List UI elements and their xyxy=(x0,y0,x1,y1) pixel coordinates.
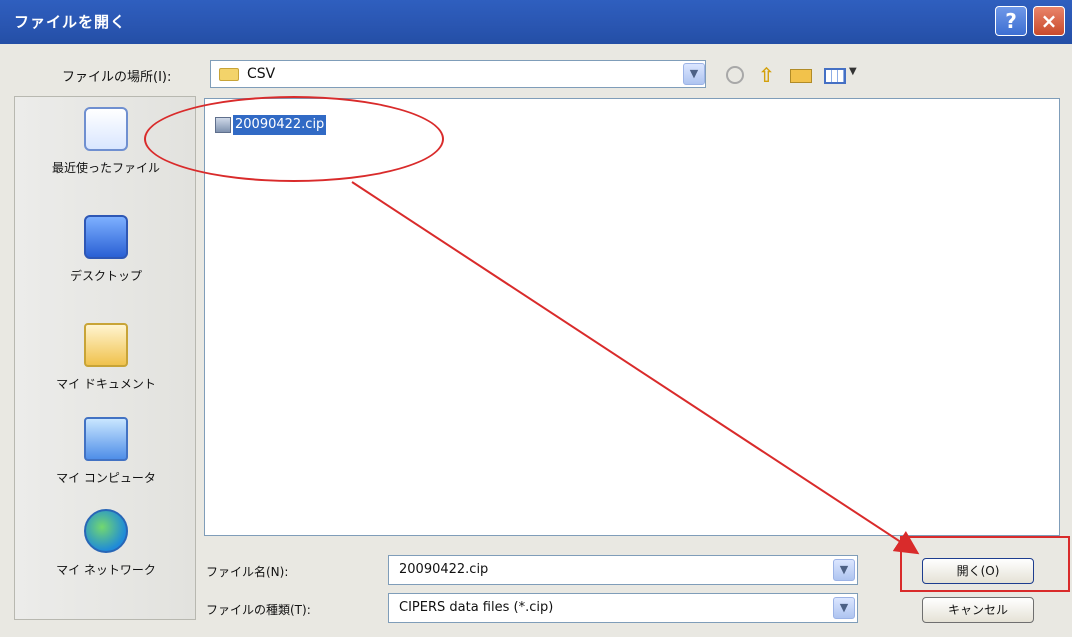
my-network-icon xyxy=(84,509,128,553)
folder-icon xyxy=(219,68,239,81)
window-title: ファイルを開く xyxy=(14,13,127,31)
filename-value: 20090422.cip xyxy=(399,562,489,577)
filename-input[interactable]: 20090422.cip ▼ xyxy=(388,555,858,585)
close-button[interactable]: × xyxy=(1033,6,1065,36)
filetype-dropdown[interactable]: CIPERS data files (*.cip) ▼ xyxy=(388,593,858,623)
place-label: デスクトップ xyxy=(69,269,142,283)
place-my-network[interactable]: マイ ネットワーク xyxy=(15,509,197,578)
look-in-value: CSV xyxy=(247,66,276,82)
filetype-label: ファイルの種類(T): xyxy=(206,603,311,617)
chevron-down-icon[interactable]: ▼ xyxy=(833,597,855,619)
cancel-button[interactable]: キャンセル xyxy=(922,597,1034,623)
filename-label: ファイル名(N): xyxy=(206,565,289,579)
place-my-documents[interactable]: マイ ドキュメント xyxy=(15,323,197,392)
look-in-label: ファイルの場所(I): xyxy=(62,70,172,85)
desktop-icon xyxy=(84,215,128,259)
up-folder-icon[interactable]: ⇧ xyxy=(758,65,776,85)
highlight-ellipse xyxy=(144,96,444,182)
chevron-down-icon[interactable]: ▼ xyxy=(683,63,705,85)
help-button[interactable]: ? xyxy=(995,6,1027,36)
recent-documents-icon xyxy=(84,107,128,151)
place-label: マイ コンピュータ xyxy=(56,471,156,485)
place-desktop[interactable]: デスクトップ xyxy=(15,215,197,284)
place-label: マイ ドキュメント xyxy=(56,377,156,391)
my-documents-icon xyxy=(84,323,128,367)
filetype-value: CIPERS data files (*.cip) xyxy=(399,600,554,615)
places-bar: 最近使ったファイル デスクトップ マイ ドキュメント マイ コンピュータ マイ … xyxy=(14,96,196,620)
views-icon[interactable] xyxy=(824,68,846,84)
new-folder-icon[interactable] xyxy=(790,69,812,83)
place-my-computer[interactable]: マイ コンピュータ xyxy=(15,417,197,486)
chevron-down-icon[interactable]: ▼ xyxy=(833,559,855,581)
place-label: マイ ネットワーク xyxy=(56,563,156,577)
my-computer-icon xyxy=(84,417,128,461)
title-bar: ファイルを開く ? × xyxy=(0,0,1072,44)
look-in-dropdown[interactable]: CSV ▼ xyxy=(210,60,706,88)
open-button-highlight xyxy=(900,536,1070,592)
views-dropdown-icon[interactable]: ▼ xyxy=(849,66,857,77)
back-icon[interactable] xyxy=(726,66,744,84)
